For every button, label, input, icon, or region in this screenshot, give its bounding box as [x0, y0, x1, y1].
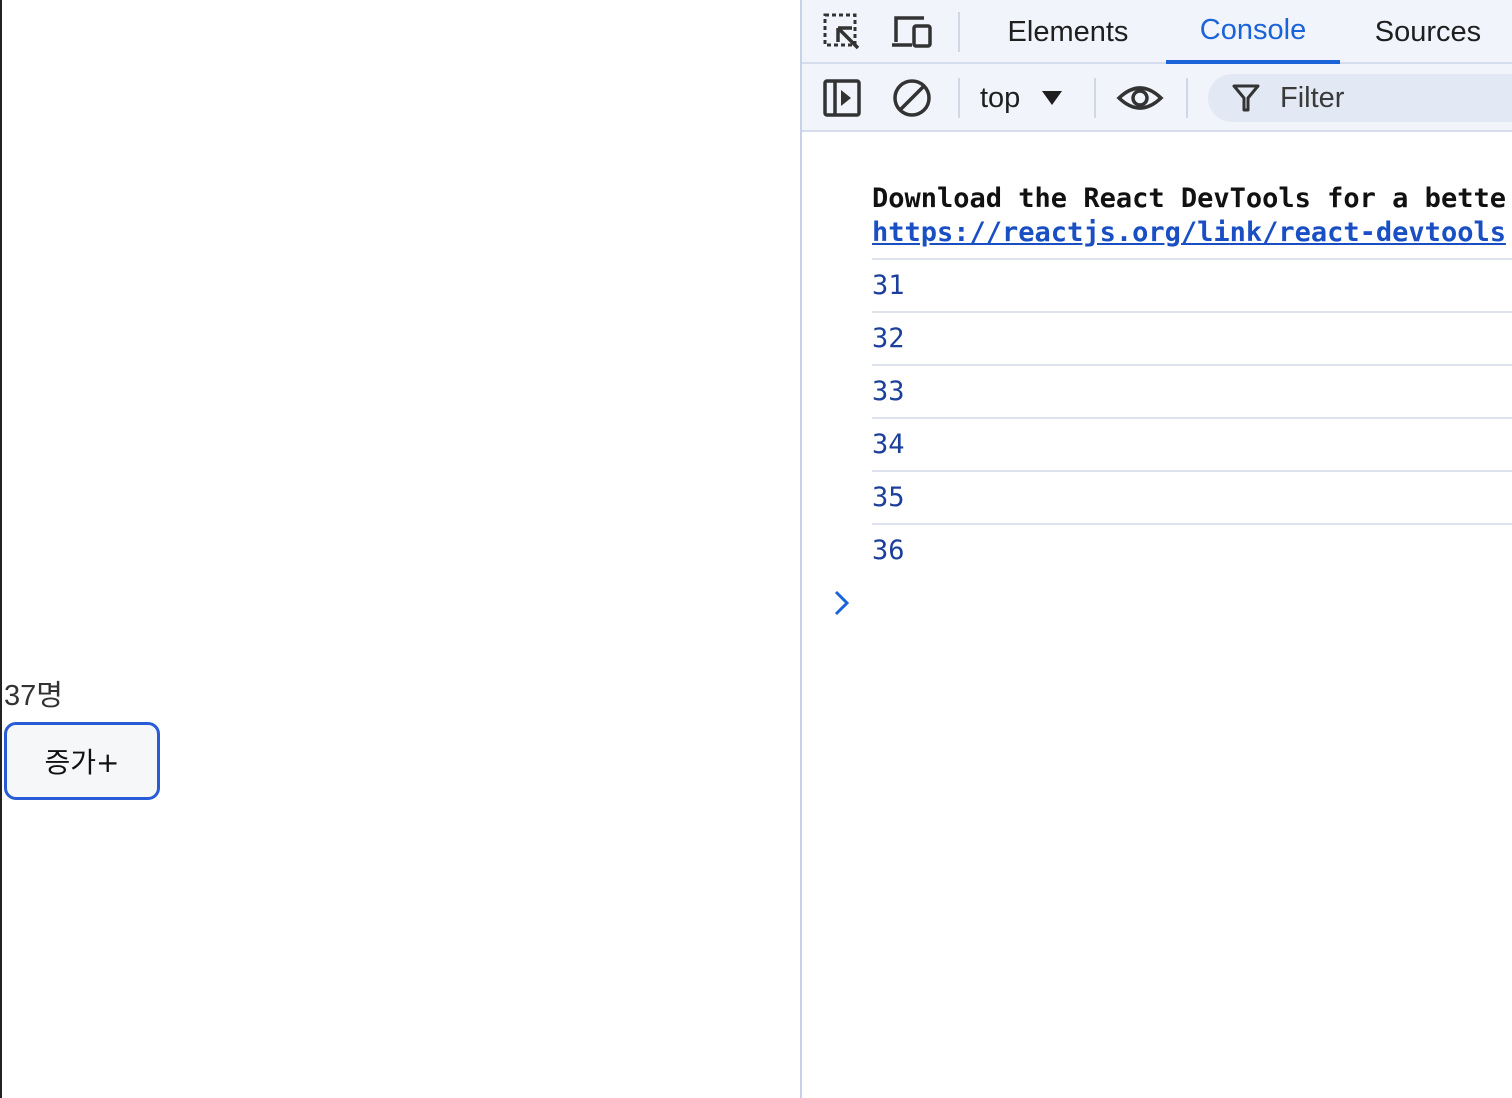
count-text: 37명	[4, 680, 63, 712]
increment-button[interactable]: 증가+	[4, 722, 160, 800]
log-list: 31 32 33 34 35 36	[872, 258, 1512, 576]
log-row: 36	[872, 523, 1512, 576]
divider	[958, 78, 960, 118]
inspect-element-icon[interactable]	[822, 12, 862, 52]
log-row: 34	[872, 417, 1512, 470]
filter-icon	[1232, 84, 1260, 112]
context-selector[interactable]: top	[980, 76, 1063, 120]
devtools-tab-bar: Elements Console Sources	[802, 0, 1512, 64]
tab-elements[interactable]: Elements	[980, 0, 1156, 64]
log-row: 33	[872, 364, 1512, 417]
page-viewport: 37명 증가+	[0, 0, 800, 1098]
divider	[1094, 78, 1096, 118]
devtools-panel: Elements Console Sources top Filter Down…	[800, 0, 1512, 1098]
console-toolbar: top	[802, 64, 1512, 132]
live-expression-icon[interactable]	[1116, 78, 1164, 118]
filter-box[interactable]	[1208, 74, 1512, 122]
screen: 37명 증가+ Elements Console Sources top Fil…	[0, 0, 1512, 1098]
log-row: 35	[872, 470, 1512, 523]
clear-console-icon[interactable]	[892, 78, 932, 118]
console-prompt-input[interactable]	[862, 586, 1482, 620]
react-devtools-link[interactable]: https://reactjs.org/link/react-devtools	[872, 217, 1506, 248]
log-row: 32	[872, 311, 1512, 364]
dropdown-arrow-icon	[1042, 91, 1063, 105]
chevron-right-icon	[830, 588, 854, 618]
filter-input[interactable]	[1278, 80, 1512, 116]
context-label: top	[980, 81, 1021, 114]
react-message-text: Download the React DevTools for a bette	[872, 183, 1506, 214]
sidebar-toggle-icon[interactable]	[822, 78, 862, 118]
react-devtools-message: Download the React DevTools for a bette …	[872, 182, 1512, 250]
divider	[958, 12, 960, 52]
divider	[1186, 78, 1188, 118]
tab-console[interactable]: Console	[1166, 0, 1340, 64]
console-output: Download the React DevTools for a bette …	[802, 132, 1512, 1098]
device-toolbar-icon[interactable]	[890, 12, 936, 52]
tab-sources[interactable]: Sources	[1354, 0, 1502, 64]
log-row: 31	[872, 258, 1512, 311]
